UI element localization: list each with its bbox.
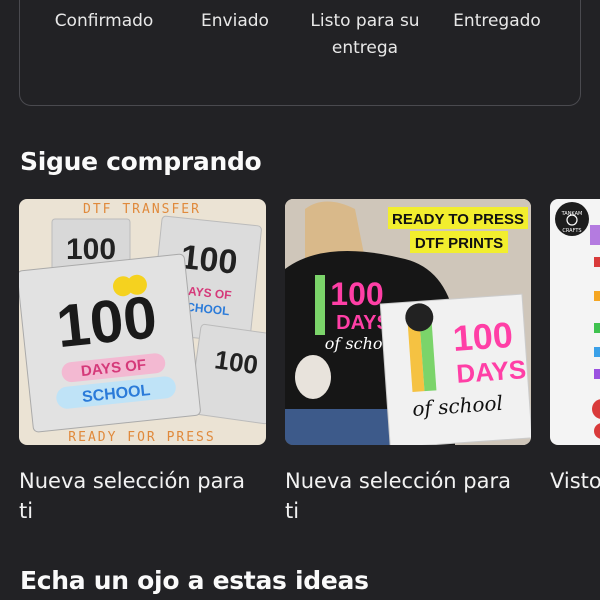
big-number-text: 100 (179, 238, 239, 282)
product-caption-3[interactable]: Visto (550, 466, 600, 496)
ideas-title: Echa un ojo a estas ideas (20, 566, 369, 595)
shirt-number-text: 100 (330, 276, 383, 312)
product-artwork-1: DTF TRANSFER 100 100 DAYS OF SCHOOL 100 … (19, 202, 266, 445)
step-label-delivered: Entregado (453, 11, 541, 31)
top-banner-text: DTF TRANSFER (83, 202, 201, 217)
step-label-confirmed: Confirmado (54, 11, 154, 31)
big-number-text: 100 (53, 283, 160, 360)
banner-dtf-prints: DTF PRINTS (415, 235, 503, 252)
big-number-text: 100 (213, 344, 260, 380)
bottom-banner-text: READY FOR PRESS (68, 430, 215, 445)
badge-text-bottom: CRAFTS (562, 228, 581, 234)
order-tracker: Confirmado Enviado Listo para su entrega… (19, 0, 581, 106)
product-caption-1[interactable]: Nueva selección para ti (19, 466, 259, 526)
badge-text-top: TANKAM (561, 211, 583, 217)
banner-ready-to-press: READY TO PRESS (392, 211, 524, 228)
product-image-3[interactable]: TANKAM CRAFTS (550, 199, 600, 445)
product-caption-2[interactable]: Nueva selección para ti (285, 466, 525, 526)
product-artwork-2: READY TO PRESS DTF PRINTS 100 DAYS of sc… (285, 199, 531, 445)
step-label-ready: Listo para su entrega (310, 11, 420, 58)
big-number-text: 100 (66, 233, 116, 266)
product-artwork-3: TANKAM CRAFTS (555, 202, 600, 439)
transfer-number-text: 100 (451, 314, 514, 359)
product-image-2[interactable]: READY TO PRESS DTF PRINTS 100 DAYS of sc… (285, 199, 531, 445)
step-label-shipped: Enviado (201, 11, 269, 31)
keep-shopping-title: Sigue comprando (20, 147, 262, 176)
transfer-days-text: DAYS (455, 354, 527, 389)
product-image-1[interactable]: DTF TRANSFER 100 100 DAYS OF SCHOOL 100 … (19, 199, 266, 445)
